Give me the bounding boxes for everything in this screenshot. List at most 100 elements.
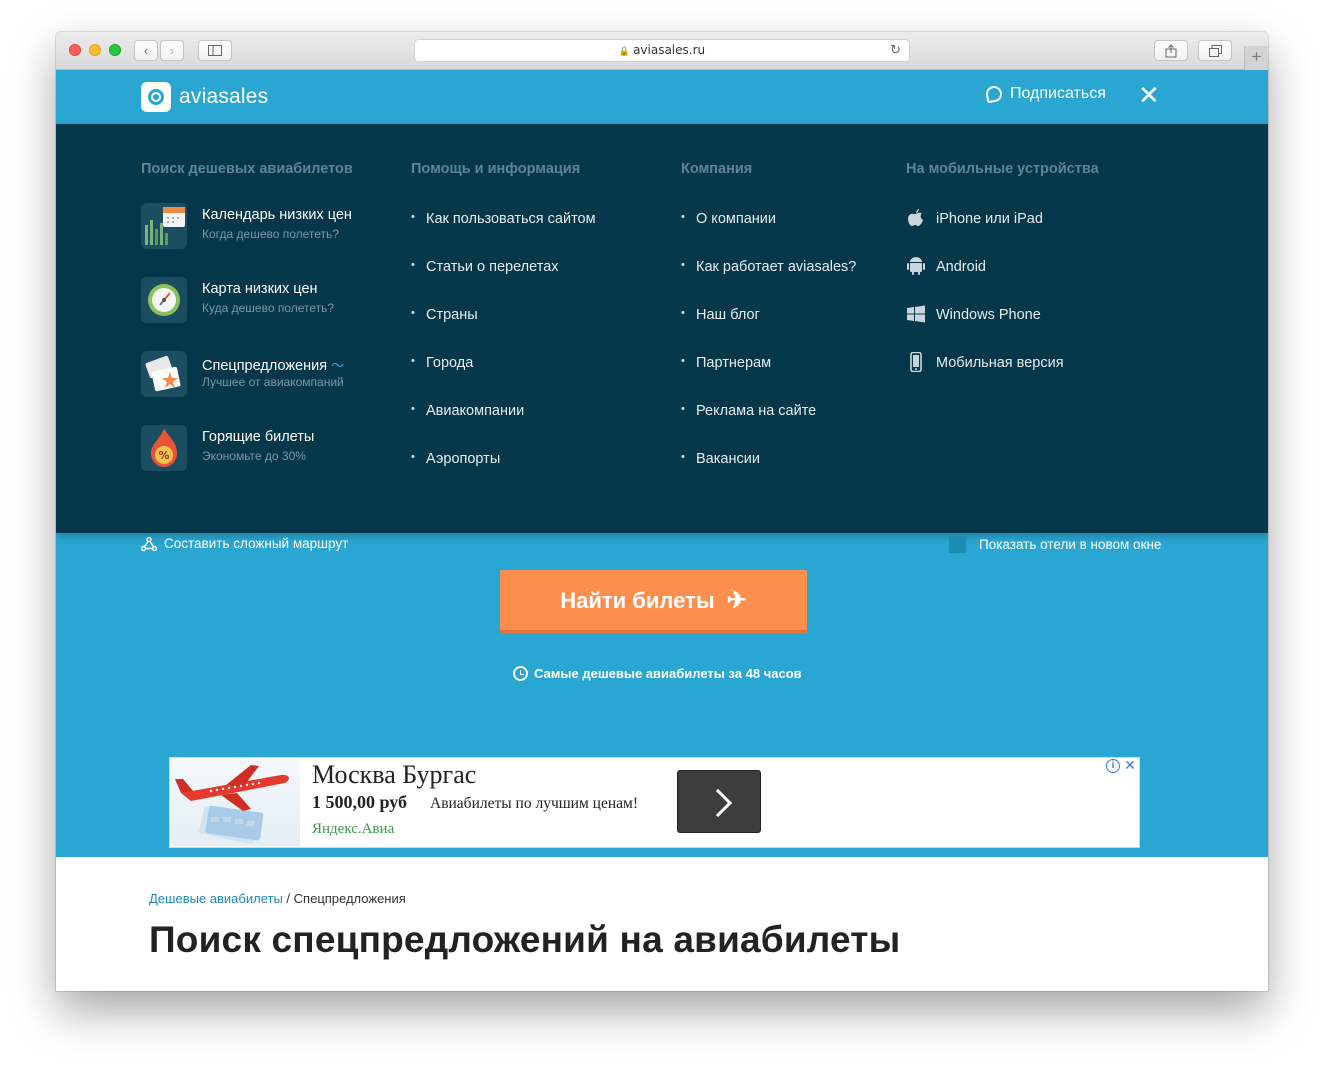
lock-icon: 🔒 (618, 47, 631, 57)
hotels-checkbox-label: Показать отели в новом окне (979, 537, 1162, 552)
menu-column-title-mobile: На мобильные устройства (906, 161, 1099, 177)
subscribe-button[interactable]: Подписаться (984, 84, 1106, 104)
menu-feature-subtitle: Куда дешево полететь? (202, 301, 335, 315)
page: aviasales Подписаться ✕ Поиск дешевых ав… (56, 70, 1268, 991)
ad-image (171, 759, 300, 846)
new-tab-button[interactable]: + (1244, 46, 1268, 70)
menu-column-title-company: Компания (681, 161, 753, 177)
minimize-window-button[interactable] (89, 44, 101, 56)
ad-banner[interactable]: Москва Бургас 1 500,00 руб Авиабилеты по… (169, 757, 1140, 848)
menu-feature-hot-tickets[interactable]: % Горящие билеты Экономьте до 30% (141, 425, 381, 475)
info-icon[interactable]: i (1106, 759, 1120, 773)
breadcrumb-separator: / (282, 891, 294, 906)
ad-title[interactable]: Москва Бургас (312, 760, 476, 790)
mega-menu: Поиск дешевых авиабилетов Помощь и инфор… (56, 124, 1268, 533)
sidebar-icon (208, 45, 222, 56)
mobile-link-windows-phone[interactable]: Windows Phone (936, 307, 1041, 323)
chevron-right-icon: › (169, 43, 175, 58)
menu-feature-title: Календарь низких цен (202, 207, 352, 223)
zoom-window-button[interactable] (109, 44, 121, 56)
browser-toolbar: ‹ › 🔒 aviasales.ru ↻ + (56, 32, 1268, 70)
cheapest-48h-label: Самые дешевые авиабилеты за 48 часов (534, 666, 802, 681)
compass-icon (141, 277, 187, 323)
tickets-star-icon (141, 351, 187, 397)
company-link-about[interactable]: О компании (681, 211, 776, 227)
fire-percent-icon: % (141, 425, 187, 471)
breadcrumb: Дешевые авиабилеты / Спецпредложения (149, 891, 406, 906)
page-title: Поиск спецпредложений на авиабилеты (149, 919, 901, 960)
company-link-partners[interactable]: Партнерам (681, 355, 771, 371)
menu-feature-subtitle: Лучшее от авиакомпаний (202, 375, 344, 389)
menu-feature-subtitle: Когда дешево полететь? (202, 227, 339, 241)
company-link-advertising[interactable]: Реклама на сайте (681, 403, 816, 419)
help-link-cities[interactable]: Города (411, 355, 473, 371)
clock-icon (513, 666, 528, 681)
help-link-how-to-use[interactable]: Как пользоваться сайтом (411, 211, 596, 227)
browser-window: ‹ › 🔒 aviasales.ru ↻ + aviasales Подписат… (56, 32, 1268, 991)
help-link-airports[interactable]: Аэропорты (411, 451, 500, 467)
cheapest-48h-link[interactable]: Самые дешевые авиабилеты за 48 часов (513, 666, 802, 681)
close-window-button[interactable] (69, 44, 81, 56)
ad-go-button[interactable] (677, 770, 761, 833)
ad-description: Авиабилеты по лучшим ценам! (430, 795, 638, 812)
mobile-link-iphone[interactable]: iPhone или iPad (936, 211, 1043, 227)
mobile-link-mobile-version[interactable]: Мобильная версия (936, 355, 1064, 371)
svg-text:%: % (158, 449, 169, 462)
menu-feature-subtitle: Экономьте до 30% (202, 449, 306, 463)
android-icon (907, 257, 925, 275)
tabs-button[interactable] (1198, 40, 1232, 61)
company-link-how-it-works[interactable]: Как работает aviasales? (681, 259, 856, 275)
mobile-link-android[interactable]: Android (936, 259, 986, 275)
menu-column-title-help: Помощь и информация (411, 161, 581, 177)
menu-feature-title: Горящие билеты (202, 429, 315, 445)
company-link-vacancies[interactable]: Вакансии (681, 451, 760, 467)
menu-feature-special-offers[interactable]: Спецпредложения 〜 Лучшее от авиакомпаний (141, 351, 381, 401)
complex-route-link[interactable]: Составить сложный маршрут (141, 536, 348, 551)
route-icon (141, 536, 157, 551)
company-link-blog[interactable]: Наш блог (681, 307, 760, 323)
sidebar-button[interactable] (198, 40, 232, 61)
share-button[interactable] (1154, 40, 1188, 61)
menu-column-title-search: Поиск дешевых авиабилетов (141, 161, 353, 177)
breadcrumb-current: Спецпредложения (293, 891, 406, 906)
calendar-icon (141, 203, 187, 249)
close-icon[interactable]: ✕ (1123, 758, 1137, 772)
rss-icon: 〜 (331, 358, 345, 373)
complex-route-label: Составить сложный маршрут (164, 536, 349, 551)
menu-feature-title: Карта низких цен (202, 281, 318, 297)
hotels-checkbox[interactable] (949, 536, 966, 553)
menu-feature-map[interactable]: Карта низких цен Куда дешево полететь? (141, 277, 381, 327)
share-icon (1165, 44, 1177, 58)
find-tickets-button[interactable]: Найти билеты ✈ (500, 570, 807, 633)
tabs-icon (1208, 45, 1222, 57)
help-link-airlines[interactable]: Авиакомпании (411, 403, 524, 419)
phone-icon (910, 352, 922, 372)
help-link-articles[interactable]: Статьи о перелетах (411, 259, 558, 275)
apple-icon (908, 209, 923, 226)
logo[interactable]: aviasales (141, 82, 268, 112)
airplane-icon: ✈ (726, 587, 747, 614)
ad-source[interactable]: Яндекс.Авиа (312, 821, 394, 838)
main-content: Дешевые авиабилеты / Спецпредложения Пои… (56, 857, 1268, 991)
plus-icon: + (1251, 47, 1262, 66)
find-tickets-label: Найти билеты (560, 588, 715, 613)
close-menu-button[interactable]: ✕ (1138, 82, 1160, 108)
chevron-left-icon: ‹ (143, 43, 149, 58)
help-link-countries[interactable]: Страны (411, 307, 478, 323)
reload-icon[interactable]: ↻ (890, 40, 901, 61)
site-header: aviasales Подписаться ✕ (56, 70, 1268, 124)
hotels-new-window-option[interactable]: Показать отели в новом окне (949, 536, 1161, 553)
breadcrumb-link-cheap-tickets[interactable]: Дешевые авиабилеты (149, 891, 283, 906)
menu-feature-calendar[interactable]: Календарь низких цен Когда дешево полете… (141, 203, 381, 253)
menu-feature-title: Спецпредложения 〜 (202, 358, 345, 374)
logo-icon (141, 82, 171, 112)
forward-button[interactable]: › (160, 40, 184, 61)
subscribe-label: Подписаться (1010, 85, 1106, 102)
logo-text: aviasales (179, 85, 269, 108)
url-text: aviasales.ru (633, 43, 706, 57)
address-bar[interactable]: 🔒 aviasales.ru ↻ (414, 39, 910, 62)
back-button[interactable]: ‹ (134, 40, 158, 61)
ad-price: 1 500,00 руб (312, 792, 408, 812)
windows-icon (907, 305, 925, 323)
subscribe-icon (984, 84, 1004, 104)
